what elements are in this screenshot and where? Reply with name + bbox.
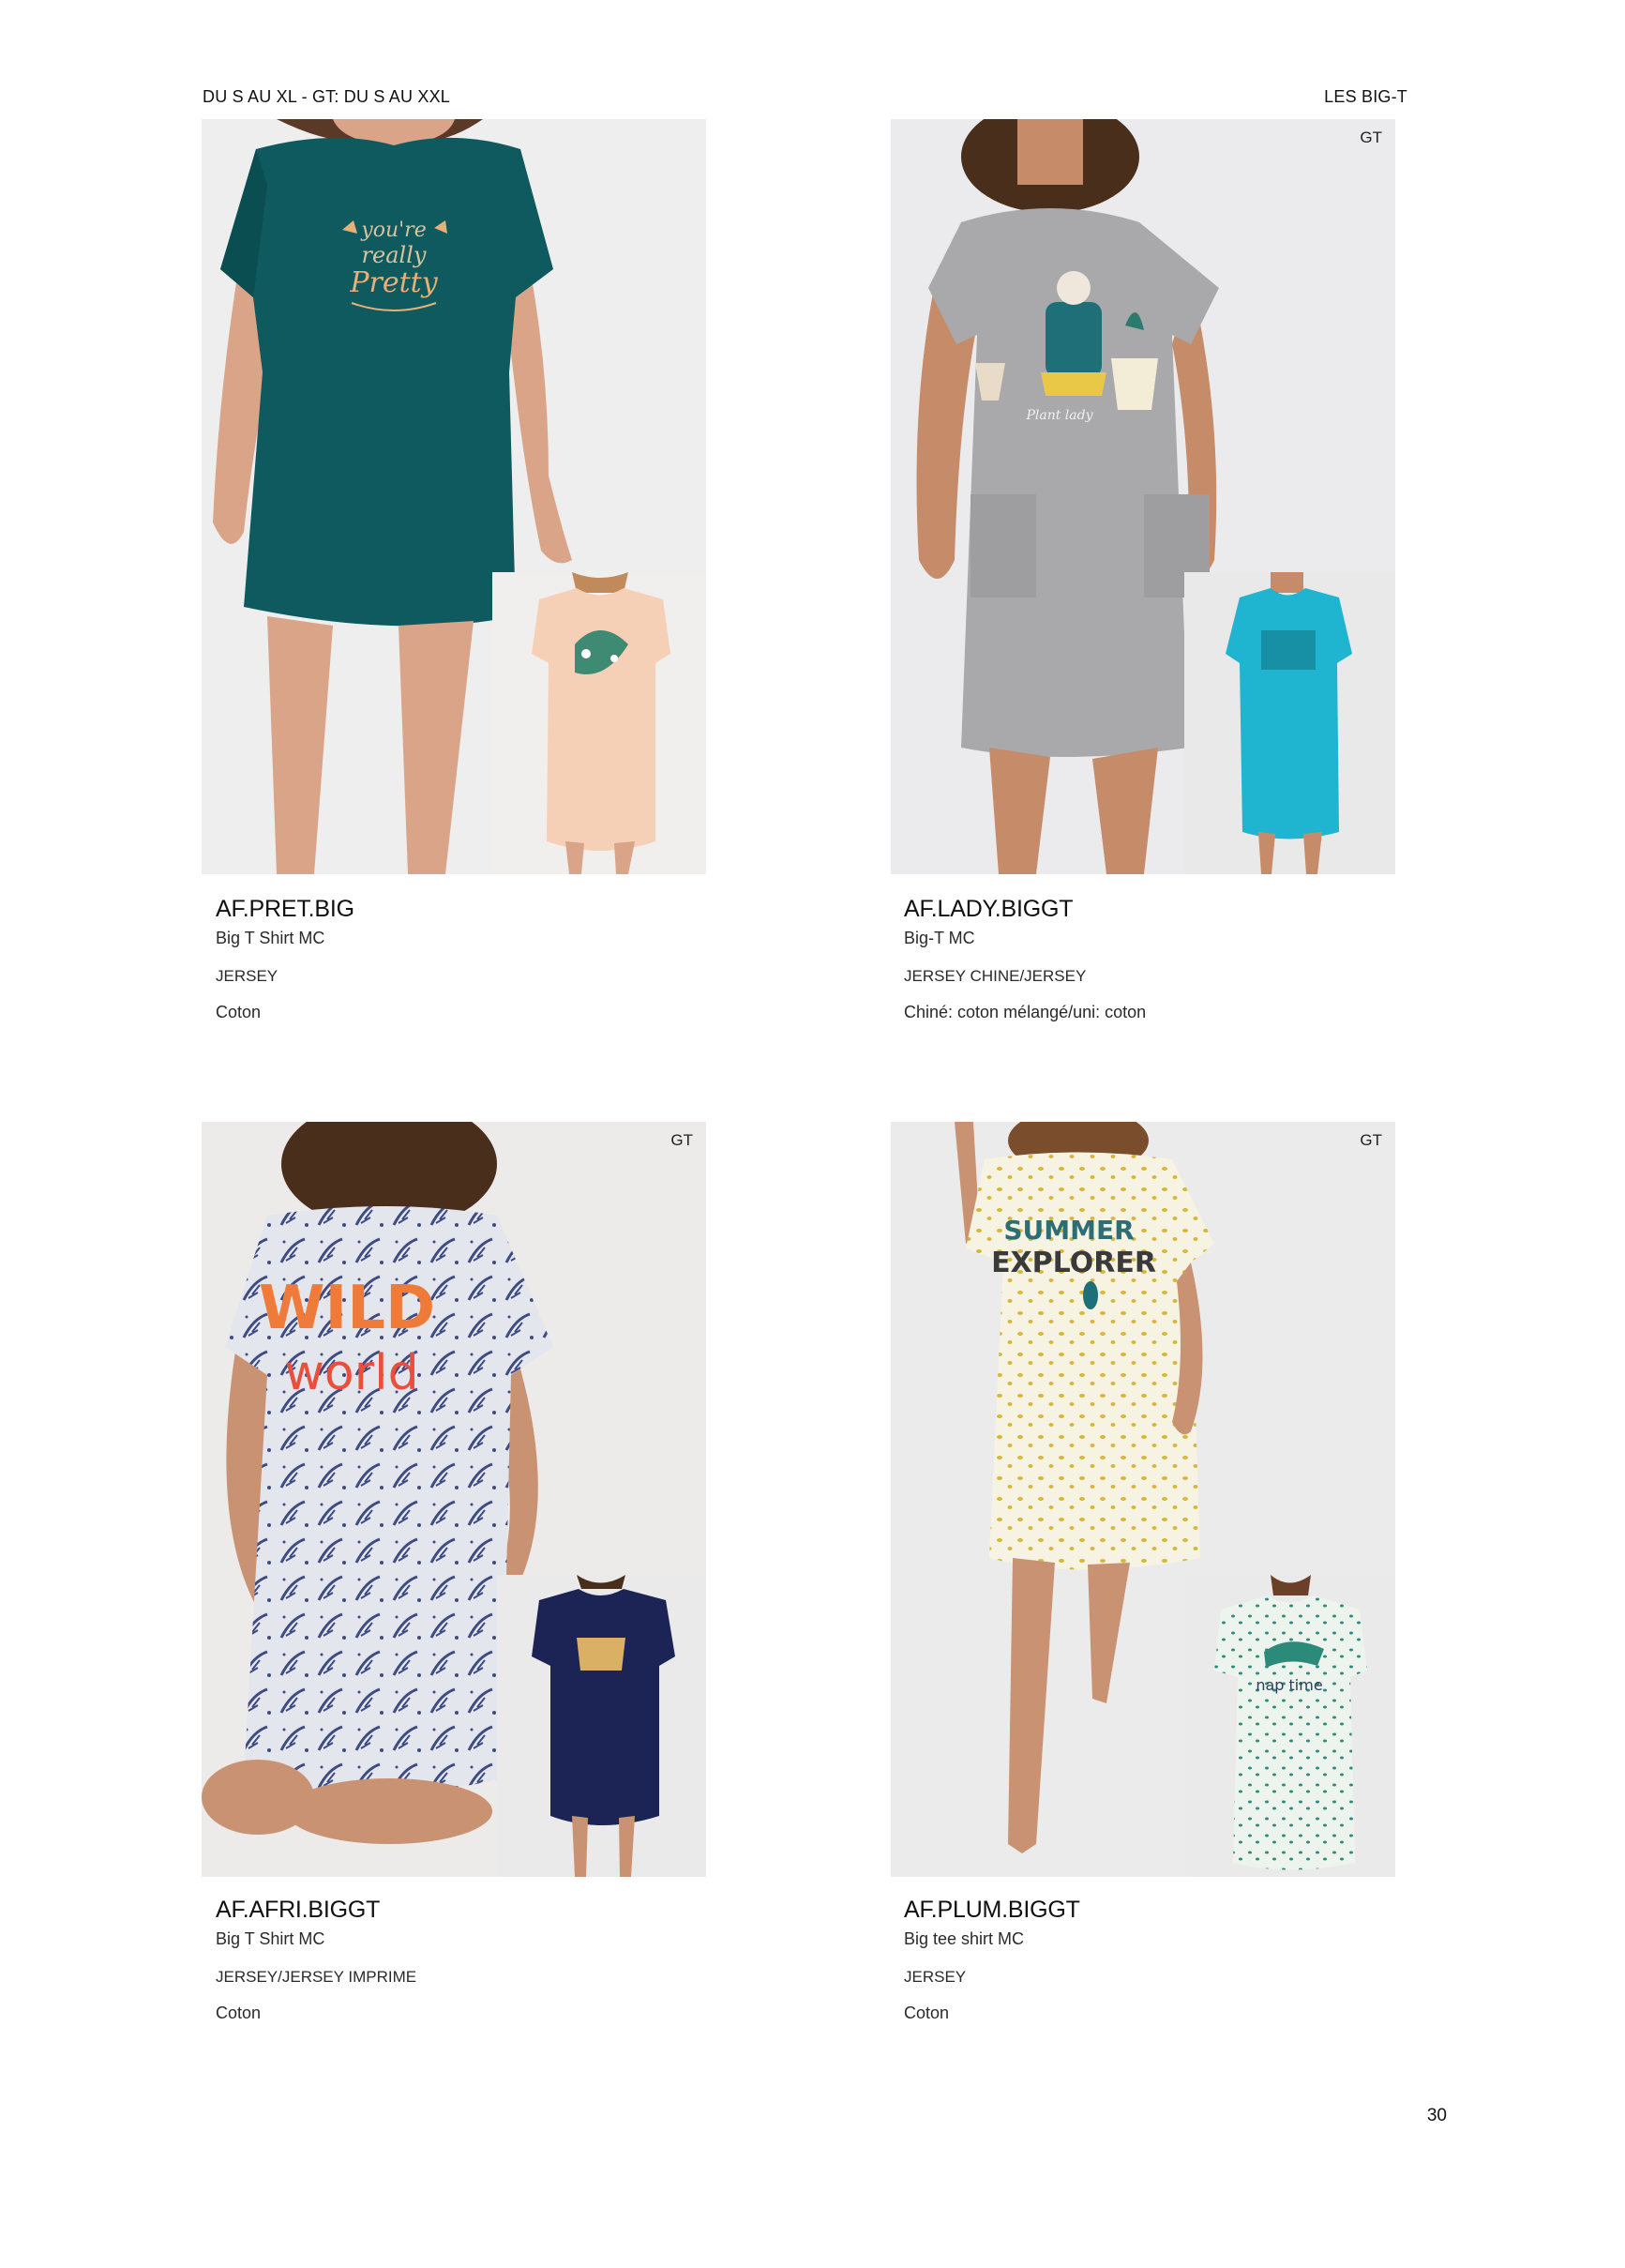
product-fabric: JERSEY CHINE/JERSEY <box>904 967 1087 985</box>
product-composition: Chiné: coton mélangé/uni: coton <box>904 1003 1147 1021</box>
product-name: Big T Shirt MC <box>216 929 325 947</box>
product-reference: AF.PLUM.BIGGT <box>904 1897 1080 1923</box>
product-composition: Coton <box>904 2003 950 2022</box>
product-name: Big-T MC <box>904 929 975 947</box>
product-fabric: JERSEY/JERSEY IMPRIME <box>216 1968 417 1986</box>
product-info-pret: AF.PRET.BIG Big T Shirt MC JERSEY Coton <box>216 896 703 1022</box>
svg-text:Plant lady: Plant lady <box>1025 408 1093 423</box>
product-photo-afri: WILD world GT <box>202 1122 706 1877</box>
product-info-lady: AF.LADY.BIGGT Big-T MC JERSEY CHINE/JERS… <box>904 896 1392 1022</box>
svg-text:WILD: WILD <box>259 1274 435 1343</box>
svg-text:SUMMER: SUMMER <box>1003 1215 1134 1246</box>
product-name: Big tee shirt MC <box>904 1929 1025 1948</box>
svg-text:Pretty: Pretty <box>349 266 438 299</box>
product-reference: AF.AFRI.BIGGT <box>216 1897 381 1923</box>
product-photo-plum: SUMMER EXPLORER nap time GT <box>891 1122 1395 1877</box>
section-title: LES BIG-T <box>1324 87 1407 106</box>
product-fabric: JERSEY <box>216 967 278 985</box>
product-fabric: JERSEY <box>904 1968 967 1986</box>
product-reference: AF.PRET.BIG <box>216 896 354 922</box>
size-gt-badge: GT <box>1360 129 1382 146</box>
size-range-header: DU S AU XL - GT: DU S AU XXL <box>203 87 451 106</box>
product-name: Big T Shirt MC <box>216 1929 325 1948</box>
svg-text:really: really <box>362 242 427 268</box>
product-photo-pret: you're really Pretty <box>202 119 706 874</box>
product-info-afri: AF.AFRI.BIGGT Big T Shirt MC JERSEY/JERS… <box>216 1897 703 2023</box>
product-composition: Coton <box>216 2003 262 2022</box>
size-gt-badge: GT <box>1360 1131 1382 1149</box>
product-info-plum: AF.PLUM.BIGGT Big tee shirt MC JERSEY Co… <box>904 1897 1392 2023</box>
size-gt-badge: GT <box>670 1131 693 1149</box>
product-photo-lady: Plant lady GT <box>891 119 1395 874</box>
page-number: 30 <box>1426 2106 1447 2125</box>
svg-text:EXPLORER: EXPLORER <box>991 1247 1156 1279</box>
svg-text:nap time: nap time <box>1256 1676 1322 1694</box>
svg-text:you're: you're <box>360 219 426 242</box>
product-reference: AF.LADY.BIGGT <box>904 896 1074 922</box>
svg-text:world: world <box>284 1345 418 1401</box>
product-composition: Coton <box>216 1003 262 1021</box>
